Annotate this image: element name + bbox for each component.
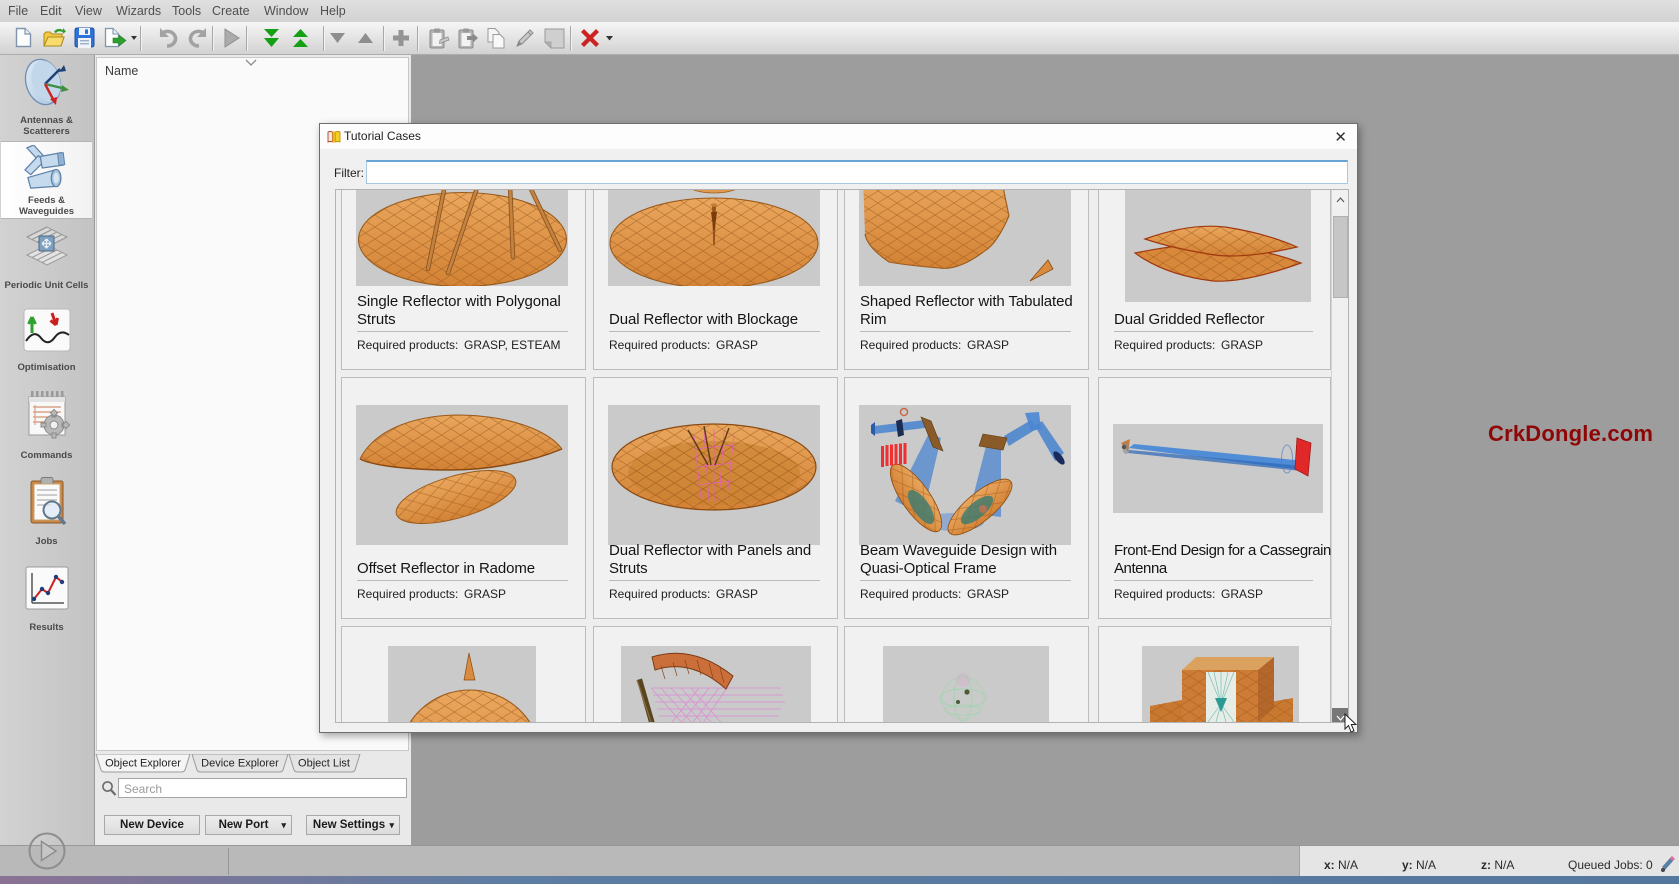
- svg-text:Object Explorer: Object Explorer: [105, 758, 181, 770]
- svg-text:Object List: Object List: [298, 758, 350, 770]
- svg-text:Device Explorer: Device Explorer: [201, 758, 279, 770]
